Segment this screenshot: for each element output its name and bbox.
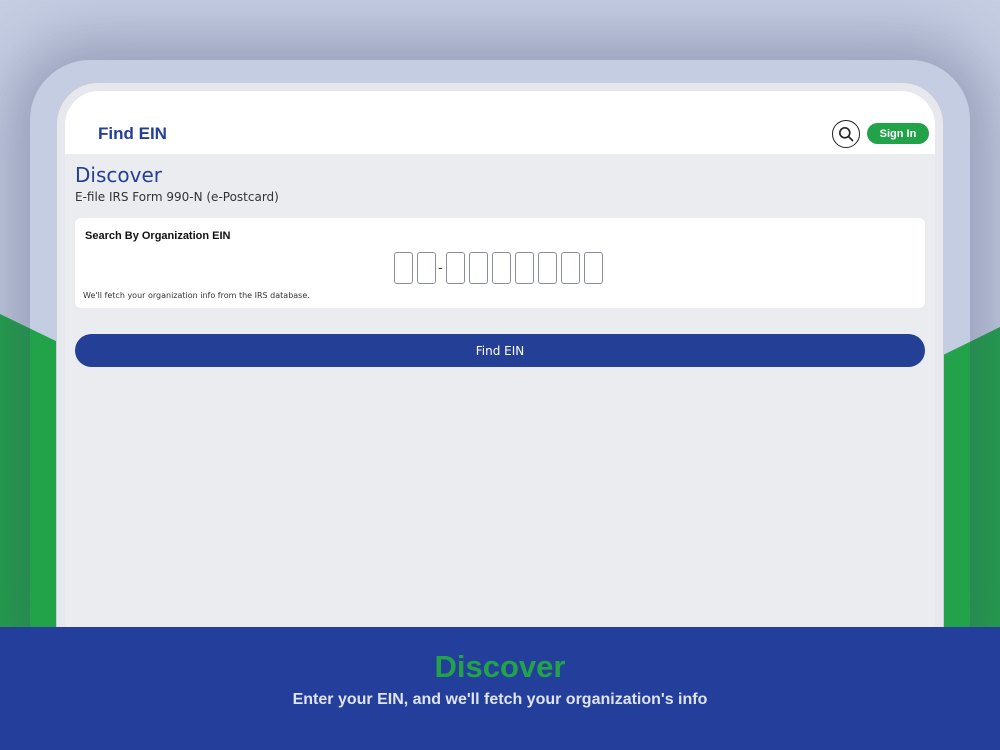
- banner-subtitle: Enter your EIN, and we'll fetch your org…: [292, 691, 708, 708]
- ein-input-group: -: [394, 252, 607, 284]
- ein-digit-input-7[interactable]: [538, 252, 557, 284]
- ein-digit-input-3[interactable]: [446, 252, 465, 284]
- search-icon: [839, 127, 854, 142]
- banner-title: Discover: [434, 649, 566, 684]
- sign-in-button[interactable]: Sign In: [867, 123, 929, 144]
- page-subtitle: E-file IRS Form 990-N (e-Postcard): [75, 190, 279, 204]
- ein-digit-input-4[interactable]: [469, 252, 488, 284]
- ein-search-card: Search By Organization EIN - We'll fetch…: [75, 218, 925, 308]
- app-header: Find EIN Sign In: [65, 91, 935, 154]
- ein-search-label: Search By Organization EIN: [85, 230, 231, 242]
- ein-digit-input-9[interactable]: [584, 252, 603, 284]
- find-ein-button[interactable]: Find EIN: [75, 334, 925, 367]
- ein-search-note: We'll fetch your organization info from …: [83, 291, 310, 300]
- ein-digit-input-5[interactable]: [492, 252, 511, 284]
- search-button[interactable]: [832, 120, 860, 148]
- ein-digit-input-8[interactable]: [561, 252, 580, 284]
- ein-digit-input-2[interactable]: [417, 252, 436, 284]
- bottom-banner: Discover Enter your EIN, and we'll fetch…: [0, 627, 1000, 750]
- header-title: Find EIN: [98, 124, 167, 143]
- ein-separator: -: [438, 260, 443, 276]
- page-title: Discover: [75, 163, 162, 187]
- ein-digit-input-6[interactable]: [515, 252, 534, 284]
- app-screen: Find EIN Sign In Discover E-file IRS For…: [65, 91, 935, 651]
- ein-digit-input-1[interactable]: [394, 252, 413, 284]
